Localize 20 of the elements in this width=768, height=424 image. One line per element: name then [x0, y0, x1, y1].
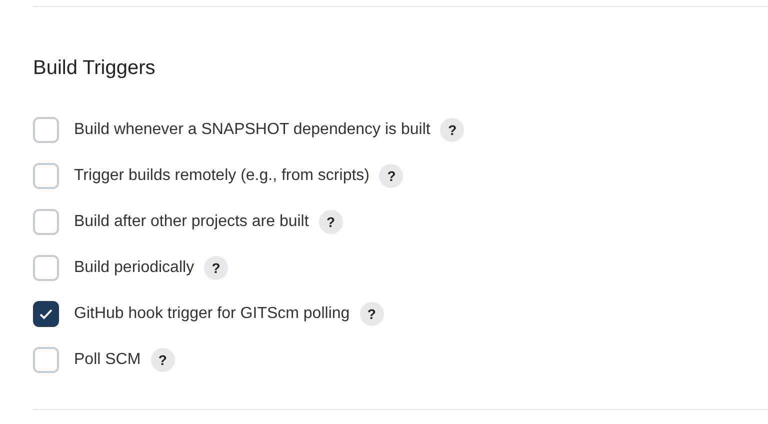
check-icon	[39, 308, 53, 320]
checkbox[interactable]	[33, 209, 59, 235]
checkbox-label: Poll SCM	[74, 351, 141, 369]
checkbox[interactable]	[33, 117, 59, 143]
help-button[interactable]: ?	[360, 302, 384, 326]
checkbox[interactable]	[33, 301, 59, 327]
checkbox[interactable]	[33, 163, 59, 189]
help-button[interactable]: ?	[204, 256, 228, 280]
help-button[interactable]: ?	[150, 348, 175, 372]
checkbox-label: Build whenever a SNAPSHOT dependency is built	[74, 121, 430, 139]
checkbox-label: Build after other projects are built	[74, 213, 309, 231]
help-button[interactable]: ?	[318, 210, 343, 234]
checkbox-label: Build periodically	[74, 259, 194, 277]
checkbox[interactable]	[33, 347, 59, 373]
checkbox-label: Trigger builds remotely (e.g., from scripts)	[74, 167, 370, 185]
help-button[interactable]: ?	[440, 118, 464, 142]
checkbox-label: GitHub hook trigger for GITScm polling	[74, 305, 350, 323]
section-title: Build Triggers	[33, 56, 156, 81]
checkbox[interactable]	[33, 255, 59, 281]
help-button[interactable]: ?	[379, 164, 404, 188]
